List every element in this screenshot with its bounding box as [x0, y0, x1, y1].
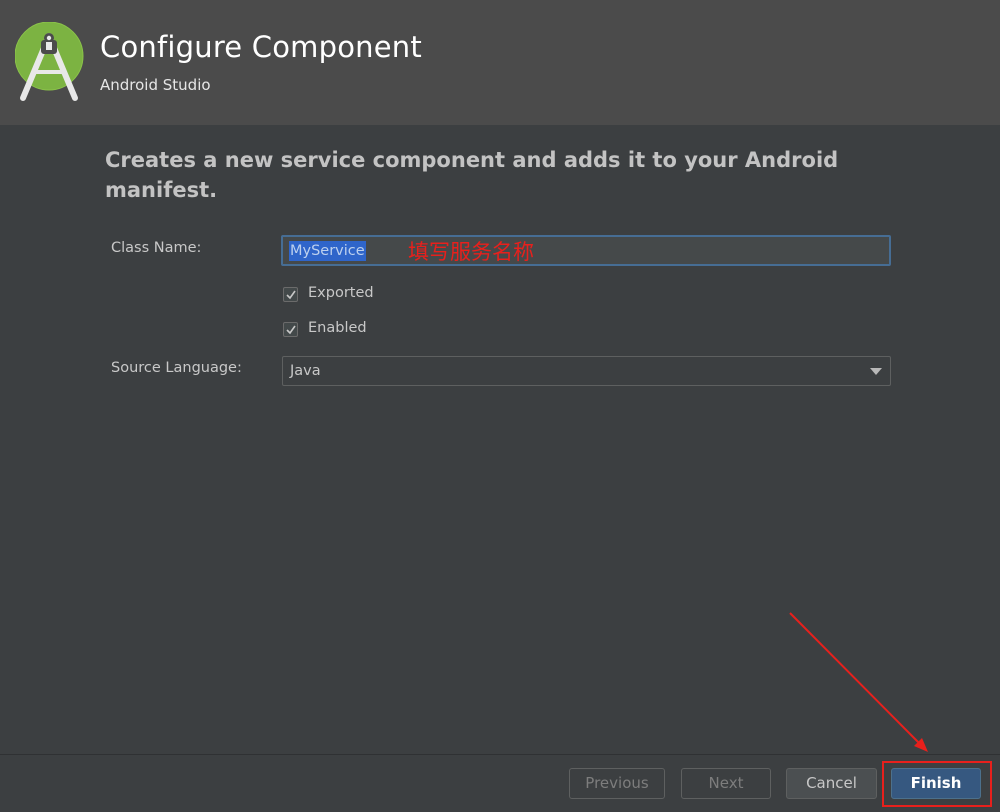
annotation-arrow: [789, 612, 928, 752]
